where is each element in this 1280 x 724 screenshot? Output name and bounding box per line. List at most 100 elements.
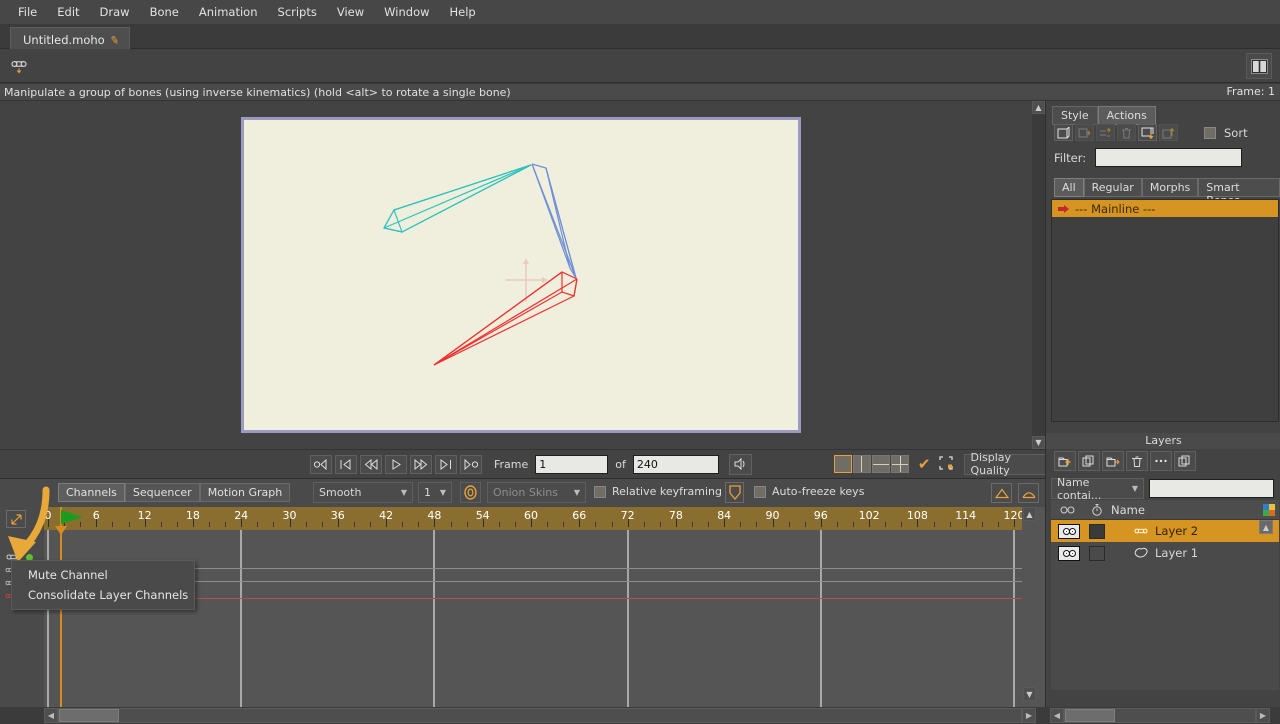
filter-input[interactable] bbox=[1095, 148, 1243, 167]
tab-motion-graph[interactable]: Motion Graph bbox=[199, 483, 291, 502]
shield-icon[interactable] bbox=[725, 482, 744, 503]
subtab-regular[interactable]: Regular bbox=[1083, 178, 1142, 197]
tab-channels[interactable]: Channels bbox=[58, 483, 125, 502]
triangle-up-icon[interactable] bbox=[991, 483, 1012, 503]
library-book-icon[interactable] bbox=[1246, 53, 1272, 79]
arc-up-icon[interactable] bbox=[1018, 483, 1039, 503]
previous-keyframe-button[interactable] bbox=[335, 454, 357, 474]
canvas-vertical-scrollbar[interactable]: ▲ ▼ bbox=[1032, 101, 1045, 449]
timeline-frame-ruler[interactable]: 0 6 12 18 24 30 36 42 48 54 60 66 72 78 84 90 96 102 108 11… bbox=[44, 507, 1022, 530]
layout-three-pane-button[interactable] bbox=[871, 455, 890, 473]
manipulate-bones-icon[interactable] bbox=[8, 56, 30, 76]
timeline-hscroll-thumb[interactable] bbox=[59, 709, 119, 722]
timeline-scroll-down-button[interactable]: ▼ bbox=[1023, 687, 1036, 701]
onion-skin-icon[interactable] bbox=[460, 482, 481, 503]
onion-skins-label: Onion Skins bbox=[493, 486, 558, 499]
eye-icon[interactable] bbox=[1058, 523, 1080, 539]
layer-timing-toggle[interactable] bbox=[1083, 545, 1111, 561]
timeline-hscroll-track[interactable] bbox=[58, 708, 1022, 723]
go-to-start-button[interactable] bbox=[310, 454, 332, 474]
new-group-icon[interactable] bbox=[1102, 451, 1124, 471]
layers-hscroll-thumb[interactable] bbox=[1065, 709, 1115, 722]
timeline-keyframe-grid[interactable] bbox=[44, 530, 1022, 707]
layer-timing-toggle[interactable] bbox=[1083, 523, 1111, 539]
extract-action-icon[interactable] bbox=[1159, 124, 1178, 141]
interpolation-dropdown[interactable]: Smooth ▼ bbox=[313, 482, 413, 503]
menu-draw[interactable]: Draw bbox=[90, 2, 140, 22]
canvas-viewport[interactable]: ▲ ▼ bbox=[0, 101, 1045, 449]
document-tab-untitled[interactable]: Untitled.moho ✎ bbox=[10, 27, 130, 49]
resize-diagonal-icon[interactable] bbox=[6, 510, 26, 528]
step-forward-button[interactable] bbox=[410, 454, 432, 474]
total-frames-input[interactable] bbox=[632, 454, 719, 474]
play-button[interactable] bbox=[385, 454, 407, 474]
layers-scroll-right-button[interactable]: ▶ bbox=[1256, 708, 1270, 723]
action-item-mainline[interactable]: --- Mainline --- bbox=[1052, 200, 1278, 217]
timeline-scroll-left-button[interactable]: ◀ bbox=[44, 708, 58, 723]
ruler-tick bbox=[547, 522, 549, 527]
duplicate-action-icon[interactable] bbox=[1075, 124, 1094, 141]
onion-skins-dropdown[interactable]: Onion Skins ▼ bbox=[487, 482, 586, 503]
menu-help[interactable]: Help bbox=[440, 2, 486, 22]
crop-frame-icon[interactable] bbox=[938, 455, 954, 474]
channel-context-menu[interactable]: Mute Channel Consolidate Layer Channels bbox=[11, 560, 195, 610]
menu-file[interactable]: File bbox=[8, 2, 47, 22]
next-keyframe-button[interactable] bbox=[435, 454, 457, 474]
sort-checkbox[interactable] bbox=[1204, 126, 1216, 139]
menu-animation[interactable]: Animation bbox=[189, 2, 268, 22]
enable-preview-checkmark[interactable]: ✔ bbox=[918, 455, 931, 473]
canvas-scroll-up-button[interactable]: ▲ bbox=[1032, 101, 1045, 114]
layout-single-pane-button[interactable] bbox=[833, 455, 852, 473]
bone-cyan bbox=[383, 164, 532, 233]
table-row[interactable]: Layer 1 bbox=[1051, 542, 1279, 564]
insert-action-icon[interactable] bbox=[1138, 124, 1157, 141]
tab-actions[interactable]: Actions bbox=[1097, 106, 1156, 125]
subtab-all[interactable]: All bbox=[1054, 178, 1084, 197]
tab-sequencer[interactable]: Sequencer bbox=[124, 483, 200, 502]
frame-input[interactable] bbox=[535, 454, 609, 474]
duplicate-layer-icon[interactable] bbox=[1078, 451, 1100, 471]
ruler-tick bbox=[514, 522, 516, 527]
go-to-end-button[interactable] bbox=[460, 454, 482, 474]
menu-view[interactable]: View bbox=[327, 2, 374, 22]
context-menu-item-mute-channel[interactable]: Mute Channel bbox=[12, 565, 194, 585]
layout-two-pane-button[interactable] bbox=[852, 455, 871, 473]
subtab-smart-bones[interactable]: Smart Bones bbox=[1198, 178, 1280, 207]
new-layer-icon[interactable] bbox=[1054, 451, 1076, 471]
speaker-icon[interactable] bbox=[728, 453, 752, 475]
menu-bone[interactable]: Bone bbox=[140, 2, 189, 22]
layer-visibility-toggle[interactable] bbox=[1051, 523, 1083, 539]
new-action-icon[interactable] bbox=[1054, 124, 1073, 141]
document-paper[interactable] bbox=[241, 117, 801, 433]
interpolation-count-dropdown[interactable]: 1 ▼ bbox=[418, 482, 452, 503]
actions-list[interactable]: --- Mainline --- bbox=[1051, 199, 1279, 422]
canvas-scroll-down-button[interactable]: ▼ bbox=[1032, 436, 1045, 449]
menu-scripts[interactable]: Scripts bbox=[268, 2, 327, 22]
layer-visibility-toggle[interactable] bbox=[1051, 545, 1083, 561]
layers-hscroll-track[interactable] bbox=[1064, 708, 1256, 723]
layers-scroll-up-button[interactable]: ▲ bbox=[1259, 520, 1273, 534]
step-back-button[interactable] bbox=[360, 454, 382, 474]
menu-window[interactable]: Window bbox=[374, 2, 439, 22]
delete-layer-icon[interactable] bbox=[1126, 451, 1148, 471]
auto-freeze-keys-checkbox[interactable] bbox=[754, 485, 766, 498]
layers-table[interactable]: Name Layer 2 Layer 1 ▲ bbox=[1051, 500, 1279, 690]
more-options-icon[interactable] bbox=[1150, 451, 1172, 471]
menu-edit[interactable]: Edit bbox=[47, 2, 89, 22]
layer-search-mode-dropdown[interactable]: Name contai... ▼ bbox=[1051, 476, 1144, 502]
table-row[interactable]: Layer 2 bbox=[1051, 520, 1279, 542]
timeline-scroll-right-button[interactable]: ▶ bbox=[1022, 708, 1036, 723]
context-menu-item-consolidate-layer-channels[interactable]: Consolidate Layer Channels bbox=[12, 585, 194, 605]
layers-scroll-left-button[interactable]: ◀ bbox=[1050, 708, 1064, 723]
eye-icon[interactable] bbox=[1058, 545, 1080, 561]
layout-four-pane-button[interactable] bbox=[890, 455, 909, 473]
rename-action-icon[interactable] bbox=[1096, 124, 1115, 141]
copy-layer-icon[interactable] bbox=[1174, 451, 1196, 471]
color-swatch-icon[interactable] bbox=[1259, 503, 1279, 516]
timeline-scroll-up-button[interactable]: ▲ bbox=[1023, 507, 1036, 521]
tab-style[interactable]: Style bbox=[1052, 106, 1098, 125]
delete-action-icon[interactable] bbox=[1117, 124, 1136, 141]
layer-search-input[interactable] bbox=[1149, 479, 1274, 498]
subtab-morphs[interactable]: Morphs bbox=[1141, 178, 1199, 197]
relative-keyframing-checkbox[interactable] bbox=[594, 485, 606, 498]
